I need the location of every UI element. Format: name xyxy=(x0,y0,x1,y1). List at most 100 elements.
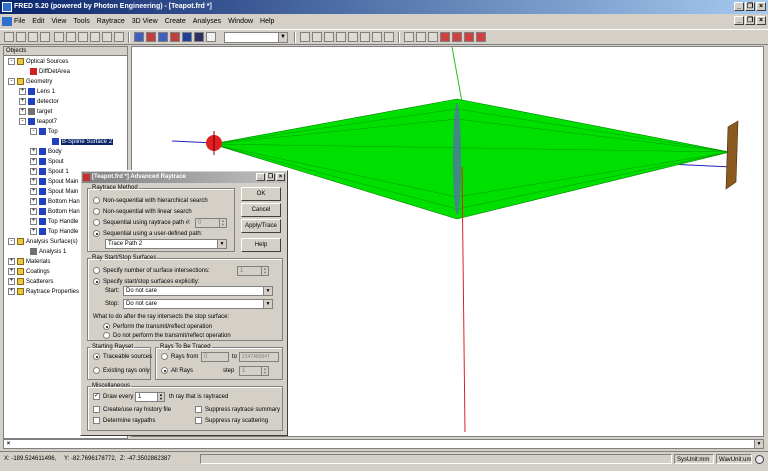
spinner-icon[interactable]: ▲ ▼ xyxy=(261,267,268,275)
chart-icon[interactable] xyxy=(440,32,450,42)
trace-path-select[interactable]: Trace Path 2 ▼ xyxy=(105,239,227,249)
analysis-icon[interactable] xyxy=(464,32,474,42)
spinner-icon[interactable]: ▲ ▼ xyxy=(261,367,268,375)
dialog-restore-button[interactable]: ❐ xyxy=(266,173,275,181)
suppress-scattering-checkbox[interactable]: Suppress ray scattering xyxy=(195,417,268,424)
tree-node-top-handle-2[interactable]: + Top Handle xyxy=(30,227,78,237)
chevron-down-icon[interactable]: ▼ xyxy=(754,440,763,448)
doc-restore-button[interactable]: ❐ xyxy=(745,16,755,25)
spot-diagram-icon[interactable] xyxy=(194,32,204,42)
radio-sequential-path[interactable]: Sequential using raytrace path #: xyxy=(93,219,191,226)
tree-node-body[interactable]: + Body xyxy=(30,147,62,157)
layout-icon[interactable] xyxy=(404,32,414,42)
restore-button[interactable]: ❐ xyxy=(745,2,755,11)
iso-view-icon[interactable] xyxy=(336,32,346,42)
menu-help[interactable]: Help xyxy=(260,18,274,25)
stop-icon[interactable] xyxy=(476,32,486,42)
fit-view-icon[interactable] xyxy=(206,32,216,42)
tree-node-coatings[interactable]: + Coatings xyxy=(8,267,50,277)
close-icon[interactable]: × xyxy=(4,440,13,448)
radio-existing-rays[interactable]: Existing rays only xyxy=(93,367,150,374)
raytrace-icon[interactable] xyxy=(146,32,156,42)
xy-view-icon[interactable] xyxy=(300,32,310,42)
tree-node-materials[interactable]: + Materials xyxy=(8,257,50,267)
output-bar[interactable]: × ▼ xyxy=(3,439,764,449)
tree-node-raytrace-properties[interactable]: + Raytrace Properties xyxy=(8,287,79,297)
save-icon[interactable] xyxy=(28,32,38,42)
help-button[interactable]: Help xyxy=(241,238,281,252)
tree-node-teapot[interactable]: - teapot7 xyxy=(19,117,57,127)
start-surface-select[interactable]: Do not care ▼ xyxy=(123,286,273,296)
menu-file[interactable]: File xyxy=(14,18,25,25)
menu-view[interactable]: View xyxy=(51,18,66,25)
pan-icon[interactable] xyxy=(360,32,370,42)
spinner-icon[interactable]: ▲ ▼ xyxy=(219,219,226,227)
tree-node-bottom-handle[interactable]: + Bottom Han xyxy=(30,197,80,207)
tree-node-spout-main[interactable]: + Spout Main xyxy=(30,177,78,187)
open-file-icon[interactable] xyxy=(16,32,26,42)
dialog-title-bar[interactable]: [Teapot.frd *] Advanced Raytrace _ ❐ × xyxy=(82,172,286,183)
radio-hierarchical[interactable]: Non-sequential with hierarchical search xyxy=(93,197,208,204)
radio-user-defined-path[interactable]: Sequential using a user-defined path: xyxy=(93,230,202,237)
chevron-down-icon[interactable]: ▼ xyxy=(217,240,226,248)
chevron-down-icon[interactable]: ▼ xyxy=(278,33,287,42)
suppress-summary-checkbox[interactable]: Suppress raytrace summary xyxy=(195,406,280,413)
tree-node-geometry[interactable]: - Geometry xyxy=(8,77,52,87)
rays-to-field[interactable]: 2147483647 xyxy=(239,352,279,362)
menu-raytrace[interactable]: Raytrace xyxy=(97,18,125,25)
tree-node-top-handle[interactable]: + Top Handle xyxy=(30,217,78,227)
tree-node-optical-sources[interactable]: - Optical Sources xyxy=(8,57,68,67)
tree-node-top[interactable]: - Top xyxy=(30,127,58,137)
radio-perform-transmit[interactable]: Perform the transmit/reflect operation xyxy=(103,323,212,330)
tree-node-spout-1[interactable]: + Spout 1 xyxy=(30,167,69,177)
doc-minimize-button[interactable]: _ xyxy=(734,16,744,25)
tree-node-source[interactable]: DiffDetArea xyxy=(30,67,70,77)
copy-icon[interactable] xyxy=(66,32,76,42)
ok-button[interactable]: OK xyxy=(241,187,281,201)
rays-from-field[interactable]: 0 xyxy=(201,352,229,362)
toolbar-combo[interactable]: ▼ xyxy=(224,32,288,43)
print-preview-icon[interactable] xyxy=(102,32,112,42)
draw-every-stepper[interactable]: 1 ▲ ▼ xyxy=(135,392,165,402)
radio-all-rays[interactable]: All Rays xyxy=(161,367,193,374)
tree-node-scatterers[interactable]: + Scatterers xyxy=(8,277,53,287)
menu-3d-view[interactable]: 3D View xyxy=(132,18,158,25)
document-icon[interactable] xyxy=(2,17,12,26)
stop-surface-select[interactable]: Do not care ▼ xyxy=(123,299,273,309)
dialog-minimize-button[interactable]: _ xyxy=(256,173,265,181)
table-icon[interactable] xyxy=(416,32,426,42)
xz-view-icon[interactable] xyxy=(324,32,334,42)
path-number-stepper[interactable]: 0 ▲ ▼ xyxy=(195,218,227,228)
advanced-raytrace-dialog[interactable]: [Teapot.frd *] Advanced Raytrace _ ❐ × O… xyxy=(80,170,288,436)
ray-history-checkbox[interactable]: Create/use ray history file xyxy=(93,406,171,413)
view-icon[interactable] xyxy=(134,32,144,42)
tree-node-detector[interactable]: + detector xyxy=(19,97,59,107)
chevron-down-icon[interactable]: ▼ xyxy=(263,287,272,295)
menu-edit[interactable]: Edit xyxy=(32,18,44,25)
axes-icon[interactable] xyxy=(384,32,394,42)
radio-explicit-surfaces[interactable]: Specify start/stop surfaces explicitly: xyxy=(93,278,199,285)
tree-node-target[interactable]: + target xyxy=(19,107,52,117)
dialog-close-button[interactable]: × xyxy=(276,173,285,181)
menu-analyses[interactable]: Analyses xyxy=(193,18,221,25)
spinner-icon[interactable]: ▲ ▼ xyxy=(157,393,164,401)
radio-linear[interactable]: Non-sequential with linear search xyxy=(93,208,192,215)
tree-node-spout[interactable]: + Spout xyxy=(30,157,64,167)
doc-close-button[interactable]: × xyxy=(756,16,766,25)
tree-node-bottom-handle-2[interactable]: + Bottom Han xyxy=(30,207,80,217)
tree-node-spout-main-2[interactable]: + Spout Main xyxy=(30,187,78,197)
menu-tools[interactable]: Tools xyxy=(73,18,89,25)
sphere-icon[interactable] xyxy=(182,32,192,42)
paste-icon[interactable] xyxy=(78,32,88,42)
menu-create[interactable]: Create xyxy=(165,18,186,25)
trace-render-icon[interactable] xyxy=(170,32,180,42)
list-icon[interactable] xyxy=(428,32,438,42)
intersections-stepper[interactable]: 1 ▲ ▼ xyxy=(237,266,269,276)
tree-node-analysis-surfaces[interactable]: - Analysis Surface(s) xyxy=(8,237,78,247)
close-button[interactable]: × xyxy=(756,2,766,11)
cancel-button[interactable]: Cancel xyxy=(241,203,281,217)
draw-every-checkbox[interactable]: ✓ Draw every xyxy=(93,393,133,400)
apply-trace-button[interactable]: Apply/Trace xyxy=(241,219,281,233)
tree-node-lens[interactable]: + Lens 1 xyxy=(19,87,55,97)
determine-raypaths-checkbox[interactable]: Determine raypaths xyxy=(93,417,155,424)
